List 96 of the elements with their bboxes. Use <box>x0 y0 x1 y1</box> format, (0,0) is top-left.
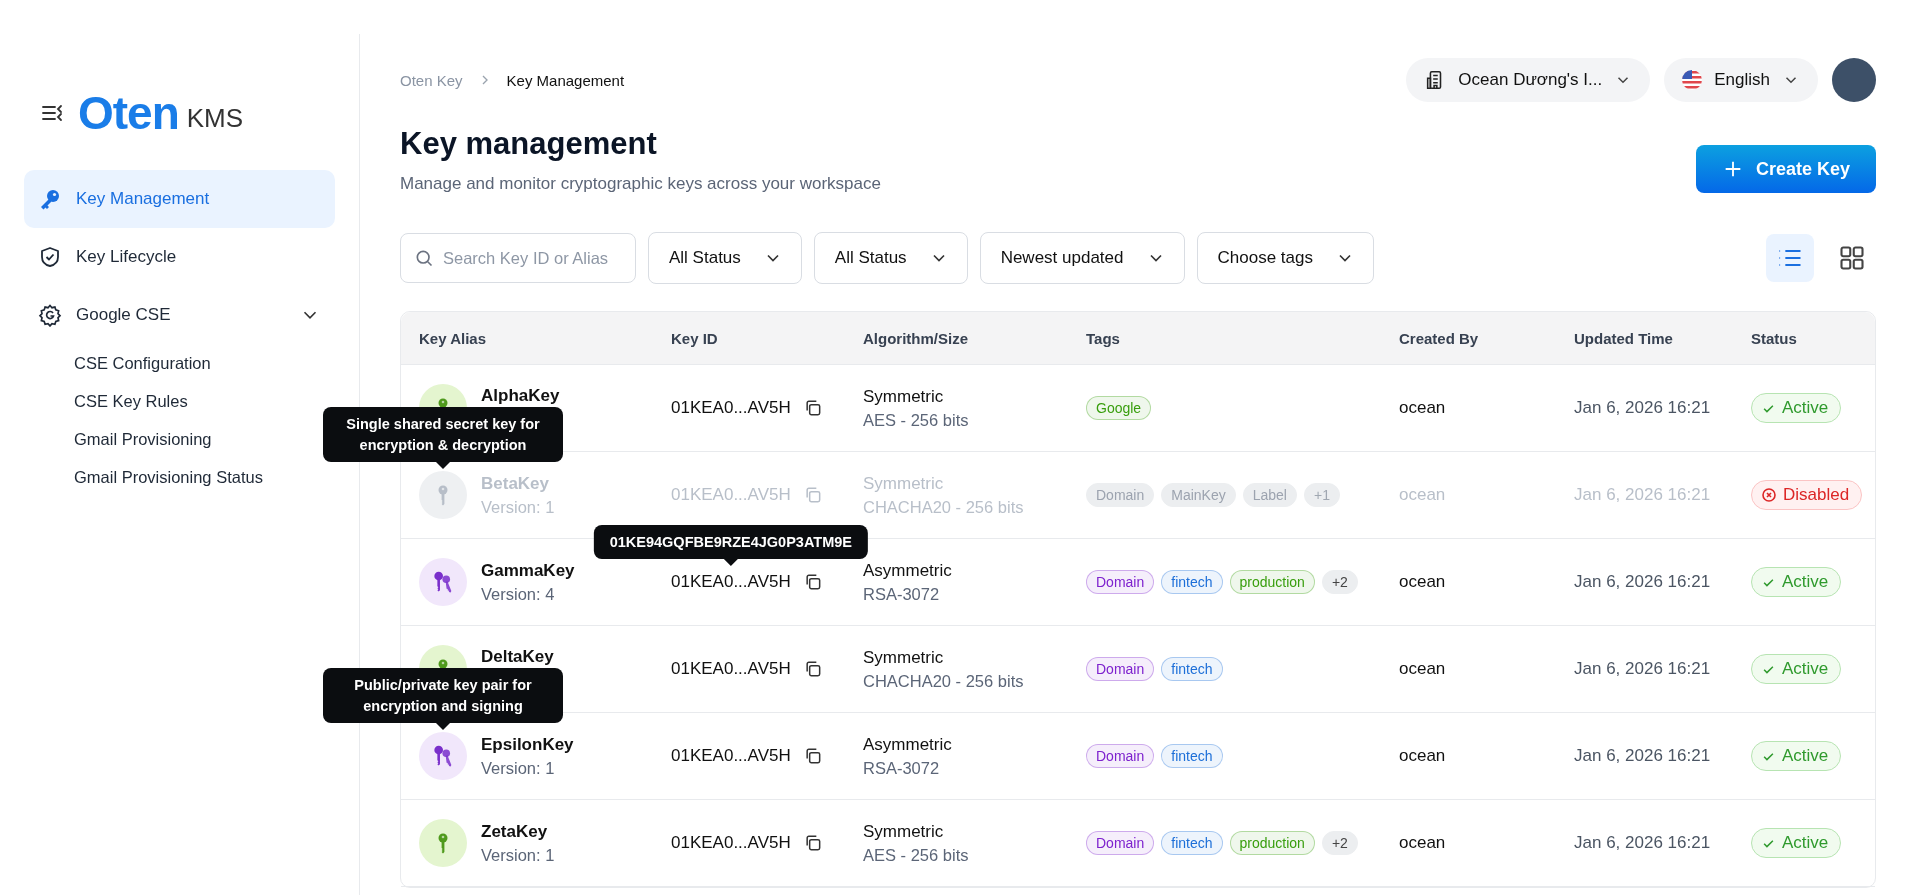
search-field[interactable]: Search Key ID or Alias <box>400 233 636 283</box>
gear-icon <box>38 303 62 327</box>
tag: fintech <box>1161 831 1223 855</box>
tag: fintech <box>1161 570 1223 594</box>
key-version: Version: 1 <box>481 758 555 778</box>
tag: production <box>1229 831 1315 855</box>
status-badge: Active <box>1751 393 1842 423</box>
updated-time: Jan 6, 2026 16:21 <box>1574 485 1711 505</box>
tag: fintech <box>1161 744 1223 768</box>
created-by: ocean <box>1399 746 1446 766</box>
algorithm-type: Symmetric <box>863 386 944 407</box>
tooltip: Single shared secret key for encryption & decryption <box>323 407 563 469</box>
logo-text: Oten <box>78 90 179 136</box>
created-by: ocean <box>1399 659 1446 679</box>
filter-dropdown[interactable]: All Status <box>648 232 802 284</box>
status-badge: Active <box>1751 567 1842 597</box>
tooltip: Public/private key pair for encryption and signing <box>323 668 563 730</box>
key-id: 01KEA0...AV5H <box>671 572 791 591</box>
shield-check-icon <box>38 245 62 269</box>
nav-subitem[interactable]: CSE Key Rules <box>24 382 188 420</box>
filter-dropdown[interactable]: Newest updated <box>979 232 1185 284</box>
workspace-selector[interactable]: Ocean Dương's I... <box>1406 58 1651 102</box>
nav-subitem[interactable]: Gmail Provisioning <box>24 420 212 458</box>
column-header: Updated Time <box>1573 329 1674 347</box>
created-by: ocean <box>1399 572 1446 592</box>
key-id: 01KEA0...AV5H <box>671 746 791 765</box>
create-key-button[interactable]: Create Key <box>1695 145 1876 193</box>
search-icon <box>414 248 434 268</box>
tag: Label <box>1242 483 1297 507</box>
updated-time: Jan 6, 2026 16:21 <box>1574 659 1711 679</box>
algorithm-size: CHACHA20 - 256 bits <box>863 497 1024 517</box>
nav-subitem[interactable]: CSE Configuration <box>24 344 211 382</box>
algorithm-type: Symmetric <box>863 473 944 494</box>
algorithm-type: Symmetric <box>863 647 944 668</box>
key-id: 01KEA0...AV5H <box>671 659 791 678</box>
key-alias[interactable]: EpsilonKey <box>481 734 574 755</box>
algorithm-type: Asymmetric <box>863 734 952 755</box>
column-header: Key ID <box>670 329 719 347</box>
status-badge: Active <box>1751 828 1842 858</box>
filter-dropdown[interactable]: All Status <box>813 232 968 284</box>
key-version: Version: 1 <box>481 497 555 517</box>
updated-time: Jan 6, 2026 16:21 <box>1574 833 1711 853</box>
tag: Domain <box>1086 657 1155 681</box>
algorithm-size: RSA-3072 <box>863 758 940 778</box>
key-version: Version: 4 <box>481 584 555 604</box>
algorithm-size: AES - 256 bits <box>863 845 969 865</box>
status-badge: Active <box>1751 741 1842 771</box>
key-alias[interactable]: ZetaKey <box>481 821 548 842</box>
updated-time: Jan 6, 2026 16:21 <box>1574 746 1711 766</box>
tooltip: 01KE94GQFBE9RZE4JG0P3ATM9E <box>593 524 868 566</box>
algorithm-size: AES - 256 bits <box>863 410 969 430</box>
nav-item[interactable]: Google CSE <box>24 286 335 344</box>
more-tags-count[interactable]: +2 <box>1321 570 1358 594</box>
created-by: ocean <box>1399 398 1446 418</box>
updated-time: Jan 6, 2026 16:21 <box>1574 572 1711 592</box>
key-alias[interactable]: AlphaKey <box>481 386 560 406</box>
algorithm-size: RSA-3072 <box>863 584 940 604</box>
created-by: ocean <box>1399 833 1446 853</box>
page-subtitle: Manage and monitor cryptographic keys across your workspace <box>400 174 881 194</box>
language-selector[interactable]: English <box>1664 58 1818 102</box>
algorithm-type: Symmetric <box>863 821 944 842</box>
tag: fintech <box>1161 657 1223 681</box>
column-header: Created By <box>1398 329 1480 347</box>
page-title: Key management <box>400 126 658 162</box>
tag: Domain <box>1086 831 1155 855</box>
tag: Domain <box>1086 570 1155 594</box>
key-id: 01KEA0...AV5H <box>671 485 791 504</box>
filter-dropdown[interactable]: Choose tags <box>1196 232 1374 284</box>
key-id: 01KEA0...AV5H <box>671 833 791 852</box>
column-header: Key Alias <box>418 329 487 347</box>
product-name: KMS <box>186 102 244 134</box>
tag: Domain <box>1086 483 1155 507</box>
key-alias[interactable]: DeltaKey <box>481 647 554 667</box>
nav-item[interactable]: Key Lifecycle <box>24 228 335 286</box>
tag: Domain <box>1086 744 1155 768</box>
key-version: Version: 1 <box>481 845 555 865</box>
status-badge: Active <box>1751 654 1842 684</box>
flag-icon <box>1682 70 1703 90</box>
column-header: Status <box>1750 329 1798 347</box>
key-alias[interactable]: GammaKey <box>481 560 575 581</box>
algorithm-size: CHACHA20 - 256 bits <box>863 671 1024 691</box>
nav-subitem[interactable]: Gmail Provisioning Status <box>24 458 263 496</box>
key-id: 01KEA0...AV5H <box>671 398 791 417</box>
updated-time: Jan 6, 2026 16:21 <box>1574 398 1711 418</box>
column-header: Tags <box>1085 329 1121 347</box>
tag: production <box>1229 570 1315 594</box>
status-badge: Disabled <box>1751 480 1863 510</box>
more-tags-count[interactable]: +2 <box>1321 831 1358 855</box>
created-by: ocean <box>1399 485 1446 505</box>
grid-icon <box>1838 244 1866 272</box>
user-avatar[interactable] <box>1832 58 1876 102</box>
tag: Google <box>1086 396 1152 420</box>
list-view-button[interactable] <box>1766 234 1814 282</box>
nav-item[interactable]: Key Management <box>24 170 335 228</box>
tag: MainKey <box>1161 483 1236 507</box>
column-header: Algorithm/Size <box>862 329 969 347</box>
